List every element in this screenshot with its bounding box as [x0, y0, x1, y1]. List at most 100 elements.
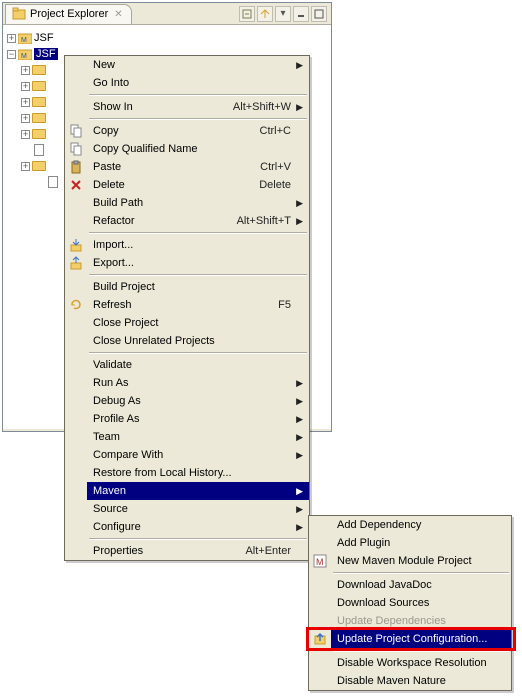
menu-item-restore-from-local-history[interactable]: Restore from Local History...: [65, 464, 309, 482]
blank-icon: [65, 56, 87, 74]
menu-item-label: Validate: [87, 359, 309, 371]
menu-item-import[interactable]: Import...: [65, 236, 309, 254]
submenu-arrow-icon: ▶: [296, 414, 303, 425]
blank-icon: [65, 74, 87, 92]
svg-text:M: M: [21, 37, 27, 44]
menu-item-label: Profile As: [87, 413, 309, 425]
link-editor-button[interactable]: [257, 6, 273, 22]
menu-item-accelerator: Ctrl+V: [260, 161, 309, 173]
expand-icon[interactable]: +: [21, 98, 30, 107]
file-icon: [34, 144, 44, 156]
menu-item-build-path[interactable]: Build Path▶: [65, 194, 309, 212]
minimize-view-button[interactable]: [293, 6, 309, 22]
collapse-icon[interactable]: −: [7, 50, 16, 59]
expand-icon[interactable]: +: [21, 130, 30, 139]
menu-item-add-dependency[interactable]: Add Dependency: [309, 516, 511, 534]
menu-item-go-into[interactable]: Go Into: [65, 74, 309, 92]
expand-icon[interactable]: +: [21, 66, 30, 75]
menu-item-profile-as[interactable]: Profile As▶: [65, 410, 309, 428]
blank-icon: [65, 410, 87, 428]
folder-icon: [32, 65, 46, 75]
menu-item-label: Download Sources: [331, 597, 511, 609]
menu-item-run-as[interactable]: Run As▶: [65, 374, 309, 392]
spacer: [35, 177, 46, 188]
menu-separator: [89, 274, 307, 276]
menu-item-download-sources[interactable]: Download Sources: [309, 594, 511, 612]
blank-icon: [65, 464, 87, 482]
maximize-view-button[interactable]: [311, 6, 327, 22]
menu-separator: [89, 232, 307, 234]
menu-item-paste[interactable]: PasteCtrl+V: [65, 158, 309, 176]
blank-icon: [65, 98, 87, 116]
submenu-arrow-icon: ▶: [296, 378, 303, 389]
menu-item-new[interactable]: New▶: [65, 56, 309, 74]
context-menu: New▶Go Into Show InAlt+Shift+W▶ CopyCtrl+C…: [64, 55, 310, 561]
menu-item-maven[interactable]: Maven▶: [65, 482, 309, 500]
menu-item-properties[interactable]: PropertiesAlt+Enter: [65, 542, 309, 560]
menu-item-label: Delete: [87, 179, 259, 191]
submenu-arrow-icon: ▶: [296, 432, 303, 443]
menu-item-label: Export...: [87, 257, 309, 269]
menu-item-new-maven-module-project[interactable]: MNew Maven Module Project: [309, 552, 511, 570]
menu-item-refactor[interactable]: RefactorAlt+Shift+T▶: [65, 212, 309, 230]
expand-icon[interactable]: +: [21, 114, 30, 123]
menu-item-label: Restore from Local History...: [87, 467, 309, 479]
view-menu-button[interactable]: ▾: [275, 6, 291, 22]
tree-node-label: JSF: [34, 32, 54, 44]
menu-item-label: Build Path: [87, 197, 309, 209]
menu-item-download-javadoc[interactable]: Download JavaDoc: [309, 576, 511, 594]
menu-item-update-dependencies[interactable]: Update Dependencies: [309, 612, 511, 630]
menu-item-delete[interactable]: DeleteDelete: [65, 176, 309, 194]
menu-item-label: Build Project: [87, 281, 309, 293]
menu-item-copy-qualified-name[interactable]: Copy Qualified Name: [65, 140, 309, 158]
menu-item-disable-maven-nature[interactable]: Disable Maven Nature: [309, 672, 511, 690]
menu-item-update-project-configuration[interactable]: Update Project Configuration...: [309, 630, 511, 648]
submenu-arrow-icon: ▶: [296, 504, 303, 515]
menu-separator: [89, 538, 307, 540]
menu-item-label: Disable Maven Nature: [331, 675, 511, 687]
blank-icon: [65, 518, 87, 536]
view-tab-project-explorer[interactable]: Project Explorer ✕: [5, 4, 132, 24]
menu-item-label: Close Project: [87, 317, 309, 329]
blank-icon: [65, 278, 87, 296]
menu-item-label: Import...: [87, 239, 309, 251]
menu-item-team[interactable]: Team▶: [65, 428, 309, 446]
menu-item-label: Show In: [87, 101, 233, 113]
expand-icon[interactable]: +: [21, 162, 30, 171]
menu-item-label: Close Unrelated Projects: [87, 335, 309, 347]
expand-icon[interactable]: +: [21, 82, 30, 91]
menu-item-source[interactable]: Source▶: [65, 500, 309, 518]
menu-item-export[interactable]: Export...: [65, 254, 309, 272]
menu-item-disable-workspace-resolution[interactable]: Disable Workspace Resolution: [309, 654, 511, 672]
menu-item-label: Add Plugin: [331, 537, 511, 549]
close-icon[interactable]: ✕: [114, 9, 122, 20]
blank-icon: [309, 594, 331, 612]
folder-icon: [32, 81, 46, 91]
menu-item-validate[interactable]: Validate: [65, 356, 309, 374]
collapse-all-button[interactable]: [239, 6, 255, 22]
menu-item-label: Maven: [87, 485, 309, 497]
menu-item-configure[interactable]: Configure▶: [65, 518, 309, 536]
expand-icon[interactable]: +: [7, 34, 16, 43]
blank-icon: [65, 500, 87, 518]
menu-item-debug-as[interactable]: Debug As▶: [65, 392, 309, 410]
menu-item-label: Properties: [87, 545, 245, 557]
submenu-arrow-icon: ▶: [296, 396, 303, 407]
menu-separator: [89, 118, 307, 120]
menu-item-copy[interactable]: CopyCtrl+C: [65, 122, 309, 140]
menu-item-label: New Maven Module Project: [331, 555, 511, 567]
view-tab-label: Project Explorer: [30, 8, 108, 20]
menu-item-close-project[interactable]: Close Project: [65, 314, 309, 332]
menu-item-close-unrelated-projects[interactable]: Close Unrelated Projects: [65, 332, 309, 350]
menu-item-label: Disable Workspace Resolution: [331, 657, 511, 669]
menu-item-compare-with[interactable]: Compare With▶: [65, 446, 309, 464]
tree-node[interactable]: + M JSF: [5, 30, 329, 46]
menu-separator: [333, 650, 509, 652]
blank-icon: [65, 314, 87, 332]
menu-item-label: Configure: [87, 521, 309, 533]
folder-icon: [32, 129, 46, 139]
menu-item-show-in[interactable]: Show InAlt+Shift+W▶: [65, 98, 309, 116]
menu-item-build-project[interactable]: Build Project: [65, 278, 309, 296]
menu-item-refresh[interactable]: RefreshF5: [65, 296, 309, 314]
menu-item-add-plugin[interactable]: Add Plugin: [309, 534, 511, 552]
